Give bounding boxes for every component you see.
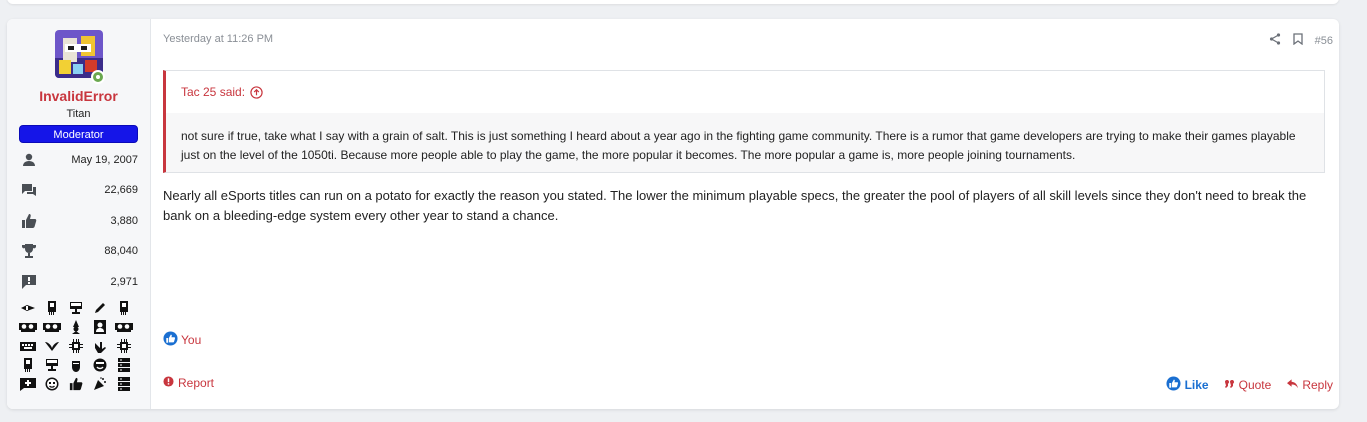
thumbs-up-icon bbox=[21, 213, 37, 229]
messages-icon bbox=[21, 182, 37, 198]
previous-post-card bbox=[7, 0, 1339, 4]
post-footer-actions: Like Quote Reply bbox=[1166, 376, 1333, 394]
stat-messages-value: 22,669 bbox=[104, 184, 138, 196]
like-button[interactable]: Like bbox=[1166, 376, 1209, 394]
report-button[interactable]: Report bbox=[163, 376, 214, 390]
stat-reactions-value: 3,880 bbox=[110, 215, 138, 227]
user-title: Titan bbox=[66, 108, 91, 120]
quote-button[interactable]: Quote bbox=[1224, 378, 1272, 392]
username[interactable]: InvalidError bbox=[7, 88, 150, 104]
stat-solutions-value: 2,971 bbox=[110, 276, 138, 288]
quote-text: not sure if true, take what I say with a… bbox=[166, 113, 1324, 172]
hand-icon[interactable] bbox=[91, 339, 109, 353]
comment-plus-icon[interactable] bbox=[19, 377, 37, 391]
graphics-card-icon[interactable] bbox=[115, 320, 133, 334]
stat-solutions: 2,971 bbox=[19, 274, 138, 292]
cpu-icon[interactable] bbox=[67, 339, 85, 353]
forum-post: InvalidError Titan Moderator May 19, 200… bbox=[7, 19, 1339, 409]
alert-message-icon bbox=[21, 274, 37, 290]
monitor-icon[interactable] bbox=[67, 301, 85, 315]
cpu-icon[interactable] bbox=[115, 339, 133, 353]
stat-reactions: 3,880 bbox=[19, 213, 138, 231]
post-message: Nearly all eSports titles can run on a p… bbox=[163, 188, 1307, 223]
avatar[interactable] bbox=[55, 30, 105, 84]
post-number[interactable]: #56 bbox=[1315, 35, 1333, 47]
report-label: Report bbox=[178, 376, 215, 390]
smiley-icon[interactable] bbox=[91, 358, 109, 372]
memory-card-icon[interactable] bbox=[115, 301, 133, 315]
user-info-panel: InvalidError Titan Moderator May 19, 200… bbox=[7, 19, 151, 409]
memory-card-icon[interactable] bbox=[19, 358, 37, 372]
monitor-icon[interactable] bbox=[43, 358, 61, 372]
like-reaction-icon bbox=[163, 331, 178, 349]
quote-label: Quote bbox=[1238, 378, 1272, 392]
post-actions: #56 bbox=[1269, 32, 1333, 50]
reply-button[interactable]: Reply bbox=[1287, 378, 1333, 392]
smiley-icon[interactable] bbox=[43, 377, 61, 391]
reactions-bar[interactable]: You bbox=[163, 331, 201, 349]
alert-circle-icon bbox=[163, 376, 174, 390]
fist-icon[interactable] bbox=[67, 358, 85, 372]
pencil-icon[interactable] bbox=[91, 301, 109, 315]
wings-icon[interactable] bbox=[43, 339, 61, 353]
graphics-card-icon[interactable] bbox=[43, 320, 61, 334]
arrow-up-circle-icon[interactable] bbox=[250, 85, 263, 99]
quote-header[interactable]: Tac 25 said: bbox=[166, 71, 1324, 113]
quote-icon bbox=[1224, 378, 1235, 392]
share-icon[interactable] bbox=[1269, 32, 1281, 50]
server-icon[interactable] bbox=[115, 358, 133, 372]
stat-points-value: 88,040 bbox=[104, 245, 138, 257]
portrait-icon[interactable] bbox=[91, 320, 109, 334]
trophy-grid bbox=[19, 301, 137, 391]
sword-icon[interactable] bbox=[19, 301, 37, 315]
graphics-card-icon[interactable] bbox=[19, 320, 37, 334]
post-main: Yesterday at 11:26 PM #56 Tac 25 said: n… bbox=[163, 19, 1333, 409]
quote-block: Tac 25 said: not sure if true, take what… bbox=[163, 70, 1325, 173]
bookmark-icon[interactable] bbox=[1292, 32, 1303, 50]
reply-label: Reply bbox=[1302, 378, 1333, 392]
trophy-icon bbox=[21, 243, 37, 259]
stat-messages: 22,669 bbox=[19, 182, 138, 200]
thumbs-up-icon[interactable] bbox=[67, 377, 85, 391]
party-icon[interactable] bbox=[91, 377, 109, 391]
stat-joined: May 19, 2007 bbox=[19, 152, 138, 170]
post-date[interactable]: Yesterday at 11:26 PM bbox=[163, 33, 273, 45]
stat-points: 88,040 bbox=[19, 243, 138, 261]
thumbs-up-icon bbox=[1166, 376, 1181, 394]
memory-card-icon[interactable] bbox=[43, 301, 61, 315]
reactions-text[interactable]: You bbox=[181, 333, 201, 347]
moderator-banner: Moderator bbox=[19, 125, 138, 143]
like-label: Like bbox=[1184, 378, 1209, 392]
quote-author[interactable]: Tac 25 said: bbox=[181, 85, 245, 99]
online-status-icon bbox=[91, 70, 105, 84]
wizard-icon[interactable] bbox=[67, 320, 85, 334]
keyboard-icon[interactable] bbox=[19, 339, 37, 353]
reply-icon bbox=[1287, 378, 1299, 392]
person-icon bbox=[21, 152, 37, 168]
server-icon[interactable] bbox=[115, 377, 133, 391]
stat-joined-value: May 19, 2007 bbox=[71, 154, 138, 166]
